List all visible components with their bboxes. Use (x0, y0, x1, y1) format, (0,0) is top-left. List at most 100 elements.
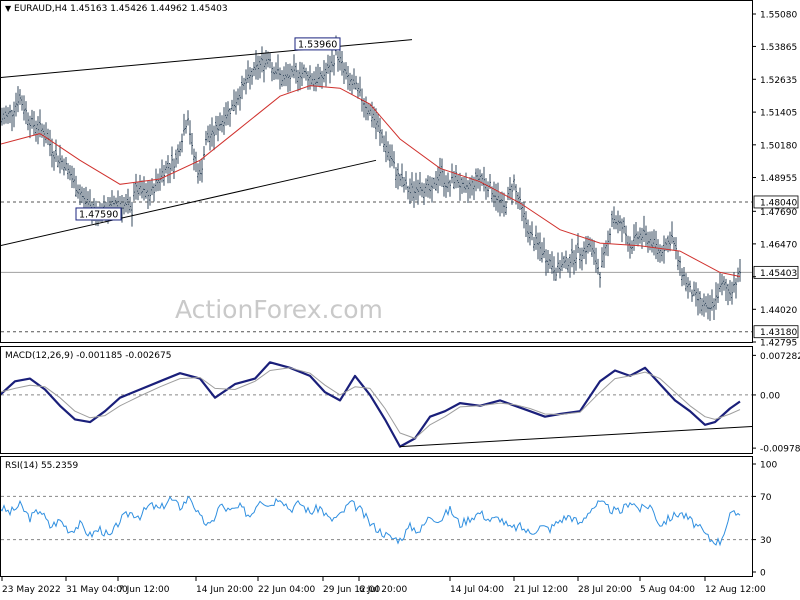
candle (129, 196, 131, 213)
candle (559, 260, 561, 279)
level-label-1: 1.45403 (753, 265, 799, 279)
candle (375, 108, 377, 140)
time-tick-label: 12 Aug 12:00 (705, 585, 766, 595)
candle (13, 101, 15, 128)
candle (69, 165, 71, 181)
candle (739, 258, 741, 282)
candle (527, 219, 529, 243)
candle (693, 281, 695, 297)
candle (575, 244, 577, 271)
candle (539, 232, 541, 262)
candle (305, 67, 307, 81)
candle (47, 128, 49, 146)
candle (401, 163, 403, 188)
candle (617, 210, 619, 234)
candle (505, 201, 507, 215)
candle (631, 240, 633, 255)
candle (569, 254, 571, 278)
candle (715, 282, 717, 310)
candle (353, 68, 355, 90)
candle (721, 274, 723, 296)
candle (39, 109, 41, 138)
candle (267, 51, 269, 68)
candle (421, 182, 423, 198)
candle (5, 105, 7, 124)
candle (313, 71, 315, 92)
collapse-triangle-icon[interactable]: ▼ (5, 4, 11, 13)
candle (147, 180, 149, 210)
candle (441, 158, 443, 187)
level-label-0: 1.48040 (753, 195, 799, 208)
candle (699, 291, 701, 314)
annotation-text: 1.53960 (298, 39, 337, 50)
candle (519, 187, 521, 211)
level-label-2: 1.43180 (753, 325, 799, 338)
candle (29, 115, 31, 139)
candle (315, 66, 317, 92)
candle (49, 129, 51, 157)
candle (379, 117, 381, 146)
candle (657, 239, 659, 262)
candle (235, 91, 237, 115)
candle (35, 120, 37, 142)
candle (209, 124, 211, 151)
candle (211, 117, 213, 147)
candle (7, 107, 9, 124)
candle (685, 273, 687, 292)
candle (245, 69, 247, 95)
candle (541, 242, 543, 263)
candle (709, 295, 711, 321)
candle (731, 281, 733, 305)
candle (27, 112, 29, 131)
candle (469, 177, 471, 199)
candle (285, 62, 287, 87)
candle (637, 231, 639, 247)
candle (355, 75, 357, 90)
candle (573, 250, 575, 275)
candle (183, 113, 185, 136)
candle (221, 115, 223, 133)
rsi-tick-label: 30 (760, 536, 772, 546)
candle (1, 107, 3, 126)
candle (213, 125, 215, 151)
candle (229, 108, 231, 127)
candle (63, 158, 65, 176)
candle (495, 183, 497, 211)
candle (537, 232, 539, 260)
price-pane (1, 35, 752, 333)
price-tick-label: 1.48955 (760, 174, 797, 184)
candle (345, 62, 347, 80)
candle (323, 60, 325, 83)
candle (295, 62, 297, 84)
candle (161, 159, 163, 183)
candle (451, 163, 453, 184)
candle (139, 174, 141, 196)
candle (133, 182, 135, 201)
candle (75, 175, 77, 197)
candle (659, 244, 661, 263)
time-axis: 23 May 2022 31 May 04:007 Jun 12:00 14 Jun… (1, 577, 766, 595)
candle (347, 66, 349, 90)
candle (553, 256, 555, 281)
price-tick-label: 1.44020 (760, 306, 797, 316)
candle (399, 173, 401, 187)
candle (51, 138, 53, 168)
candle (239, 86, 241, 111)
candle (249, 67, 251, 90)
candle (609, 228, 611, 244)
candle (487, 181, 489, 198)
candle (241, 75, 243, 100)
candle (411, 172, 413, 201)
candle (19, 89, 21, 105)
candle (219, 112, 221, 131)
candle (509, 177, 511, 201)
candle (601, 247, 603, 268)
candle (583, 241, 585, 259)
candle (177, 144, 179, 164)
candle (125, 193, 127, 213)
candle (111, 190, 113, 208)
candle (449, 179, 451, 197)
candle (135, 173, 137, 200)
candle (535, 225, 537, 250)
candle (599, 271, 601, 288)
